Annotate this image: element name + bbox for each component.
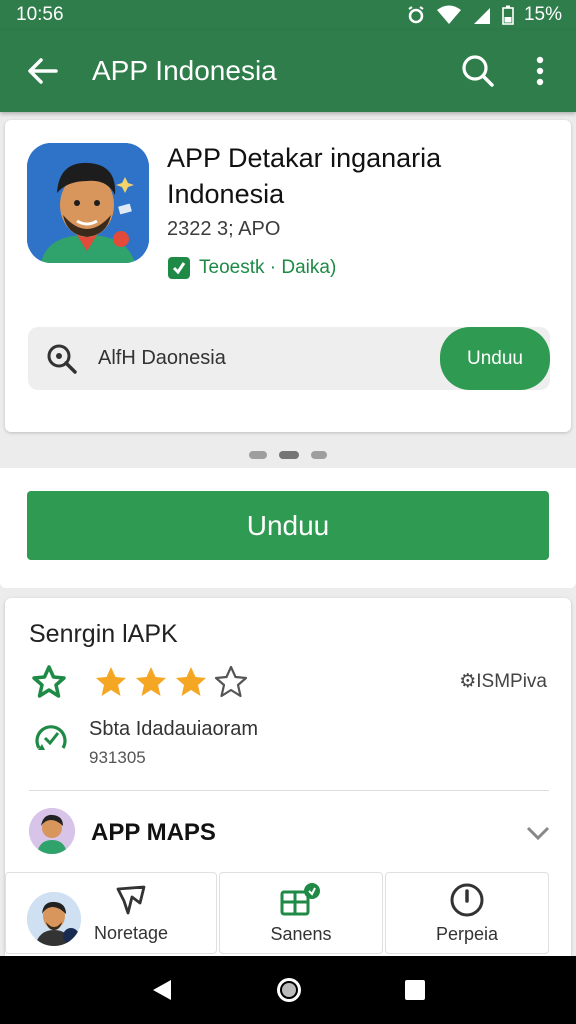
signal-icon	[473, 8, 490, 24]
rating-stars[interactable]	[29, 664, 251, 700]
page-dot	[279, 451, 299, 459]
nav-label: Noretage	[93, 922, 169, 943]
page-title: APP Indonesia	[92, 55, 277, 86]
home-circle-icon[interactable]	[274, 975, 304, 1005]
back-triangle-icon[interactable]	[149, 977, 175, 1003]
nav-label: Perpeia	[435, 923, 499, 944]
star-outline-green-icon	[32, 665, 66, 698]
map-pin-icon	[116, 885, 146, 914]
search-download-button[interactable]: Unduu	[440, 327, 550, 390]
chevron-down-icon	[526, 826, 550, 841]
app-maps-row[interactable]: APP MAPS	[29, 808, 551, 858]
star-empty-icon	[214, 665, 248, 698]
app-bar: APP Indonesia	[0, 30, 576, 112]
download-button[interactable]: Unduu	[27, 491, 549, 560]
back-button[interactable]	[20, 49, 64, 93]
star-filled-icon	[96, 667, 126, 696]
person-avatar-icon	[29, 808, 75, 854]
stat-value: 931305	[89, 748, 146, 767]
alarm-icon	[408, 6, 424, 24]
page-indicator	[249, 451, 327, 459]
nav-item-noretage[interactable]: Noretage	[5, 872, 217, 954]
search-button[interactable]	[456, 49, 500, 93]
page-dot	[249, 451, 267, 459]
avatar	[29, 808, 75, 854]
battery-icon	[502, 5, 514, 25]
app-mascot-icon	[27, 143, 149, 263]
app-name: APP Detakar inganaria Indonesia	[167, 143, 442, 209]
more-vert-icon	[536, 56, 544, 86]
verified-badge-icon	[168, 257, 190, 279]
battery-level: 15%	[523, 4, 562, 25]
bottom-navigation: Noretage Sanens Perpeia	[5, 868, 571, 958]
nav-label: Sanens	[270, 923, 332, 944]
page-dot	[311, 451, 327, 459]
star-filled-icon	[136, 667, 166, 696]
maps-label: APP MAPS	[91, 819, 216, 846]
system-nav-bar	[0, 956, 576, 1024]
wifi-icon	[436, 5, 461, 24]
search-icon	[462, 55, 494, 87]
app-info-card: APP Detakar inganaria Indonesia 2322 3; …	[5, 120, 571, 432]
overflow-menu-button[interactable]	[518, 49, 562, 93]
divider	[29, 790, 549, 791]
recents-square-icon[interactable]	[403, 978, 427, 1002]
gallery-icon	[280, 882, 320, 915]
app-search-bar[interactable]: AlfH Daonesia Unduu	[28, 327, 550, 390]
status-icons: 15%	[406, 4, 562, 26]
status-time: 10:56	[16, 4, 64, 25]
nav-item-perpeia[interactable]: Perpeia	[385, 872, 549, 954]
nav-item-sanens[interactable]: Sanens	[219, 872, 383, 954]
search-icon	[47, 344, 77, 374]
app-logo[interactable]	[27, 143, 149, 263]
rating-meta: ⚙ISMPiva	[459, 671, 547, 692]
developer-link[interactable]: Teoestk · Daika)	[167, 256, 336, 280]
search-text: AlfH Daonesia	[98, 347, 226, 369]
stat-label: Sbta Idadauiaoram	[89, 718, 259, 740]
developer-name: Teoestk · Daika)	[199, 257, 337, 278]
arrow-left-icon	[28, 58, 58, 84]
status-bar: 10:56 15%	[0, 0, 576, 30]
speed-check-icon	[35, 725, 67, 750]
app-meta: 2322 3; APO	[167, 218, 281, 240]
section-title: Senrgin lAPK	[29, 620, 178, 648]
star-filled-icon	[176, 667, 206, 696]
clock-icon	[450, 883, 484, 916]
